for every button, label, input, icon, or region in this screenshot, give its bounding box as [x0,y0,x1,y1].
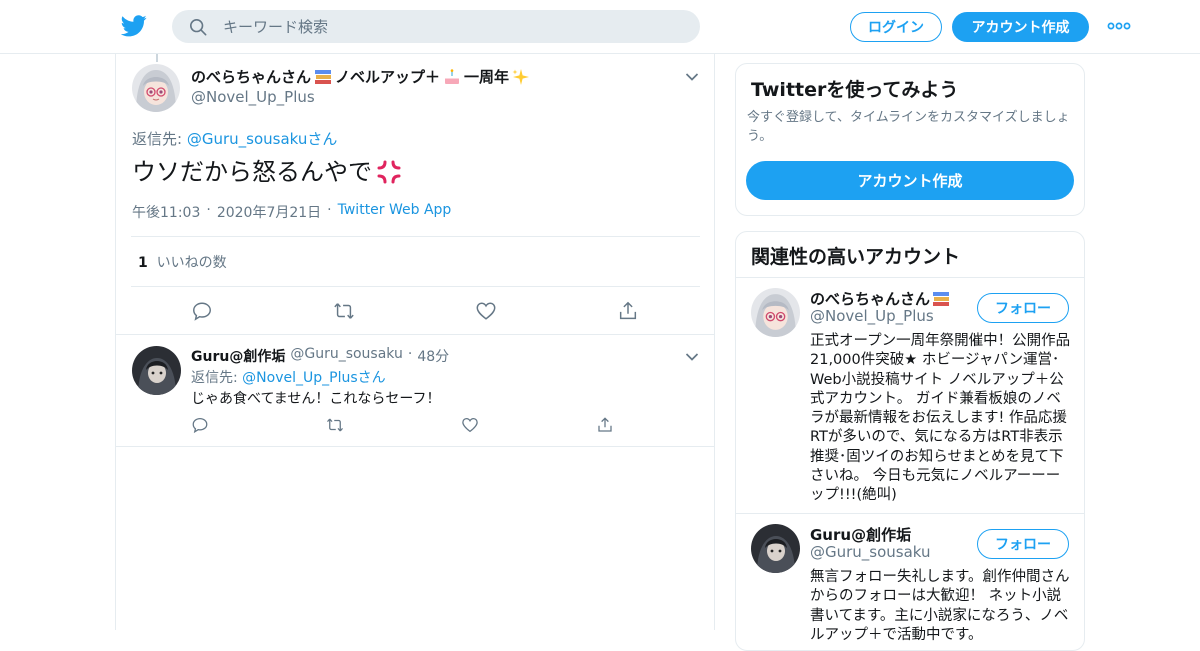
retweet-icon [334,303,354,319]
divider [736,277,1084,278]
like-count-label: いいねの数 [156,255,227,271]
avatar[interactable] [751,524,800,573]
dot-separator: · [327,202,332,218]
divider [116,446,714,447]
retweet-icon [327,418,343,432]
search-icon [189,18,207,35]
reply-tweet-text: じゃあ食べてません！これならセーフ！ [191,391,441,407]
like-button[interactable] [415,300,557,322]
share-button[interactable] [596,416,731,438]
avatar[interactable] [132,64,180,112]
tweet-date[interactable]: 2020年7月21日 [217,202,321,222]
like-button[interactable] [461,416,596,438]
retweet-button[interactable] [273,300,415,322]
search-box[interactable] [172,10,700,43]
tweet-author-name[interactable]: のべらちゃんさん ノベルアップ＋ 一周年 [191,66,530,87]
reply-prefix: 返信先: [191,370,243,386]
avatar[interactable] [132,346,181,395]
reply-suffix: さん [307,130,338,148]
tweet-timestamp: 午後11:03 · 2020年7月21日 · Twitter Web App [132,202,451,222]
reply-to-handle-link[interactable]: @Novel_Up_Plus [242,370,357,386]
tweet-timeline: のべらちゃんさん ノベルアップ＋ 一周年 @Novel_Up_Plus 返信先:… [115,54,715,630]
heart-icon [462,417,478,433]
tweet-author-handle[interactable]: @Novel_Up_Plus [191,88,315,106]
related-account-name-text: のべらちゃんさん [810,290,931,308]
related-account-name[interactable]: Guru@創作垢 [810,524,911,545]
books-emoji-icon [933,291,950,306]
related-accounts-card: 関連性の高いアカウント のべらちゃんさん @Novel_Up_Plus フォロー… [735,231,1085,651]
related-account-item: のべらちゃんさん @Novel_Up_Plus フォロー 正式オープン一周年祭開… [751,288,1071,503]
tweet-text: ウソだから怒るんやで [132,154,402,190]
books-emoji-icon [315,69,332,84]
tweet-source-link[interactable]: Twitter Web App [338,202,452,222]
signup-card-description: 今すぐ登録して、タイムラインをカスタマイズしましょう。 [747,110,1070,144]
reply-prefix: 返信先: [132,130,187,148]
related-account-name-text: Guru@創作垢 [810,526,912,544]
reply-icon [193,302,211,321]
reply-icon [192,417,208,434]
heart-icon [476,302,496,320]
tweet-text-body: ウソだから怒るんやで [132,158,372,186]
divider [131,286,700,287]
follow-button[interactable]: フォロー [977,293,1069,323]
reply-author[interactable]: Guru@創作垢 @Guru_sousaku · 48分 [191,346,449,366]
birthday-cake-emoji-icon [445,68,460,84]
tweet-action-bar [131,300,699,322]
more-options-icon[interactable] [1107,21,1131,31]
retweet-button[interactable] [326,416,461,438]
reply-to-handle-link[interactable]: @Guru_sousaku [187,130,308,148]
signup-card-title: Twitterを使ってみよう [751,79,959,101]
chevron-down-icon[interactable] [685,72,699,82]
create-account-button[interactable]: アカウント作成 [746,161,1074,200]
reply-suffix: さん [357,370,386,386]
share-icon [598,417,612,432]
top-navigation-bar: ログイン アカウント作成 [0,0,1200,54]
related-account-handle[interactable]: @Novel_Up_Plus [810,307,934,325]
reply-button[interactable] [191,416,326,438]
follow-button[interactable]: フォロー [977,529,1069,559]
chevron-down-icon[interactable] [685,352,699,362]
avatar-novel-up-plus-icon [751,288,800,337]
anger-symbol-emoji-icon [377,160,401,184]
login-button[interactable]: ログイン [850,12,942,42]
reply-to-line: 返信先: @Novel_Up_Plusさん [191,367,386,387]
share-icon [619,301,637,320]
author-name-suffix: ノベルアップ＋ [335,68,441,86]
divider [736,513,1084,514]
related-account-name[interactable]: のべらちゃんさん [810,288,950,309]
thread-connector-line [156,54,158,62]
reply-button[interactable] [131,300,273,322]
reply-age[interactable]: 48分 [417,346,449,366]
dot-separator: · [407,346,413,362]
avatar-guru-icon [132,346,181,395]
related-account-handle[interactable]: @Guru_sousaku [810,543,931,561]
reply-author-handle: @Guru_sousaku [290,346,403,362]
reply-action-bar [191,416,731,438]
divider [131,236,700,237]
avatar-novel-up-plus-icon [132,64,180,112]
dot-separator: · [206,202,211,218]
twitter-bird-icon[interactable] [121,14,147,38]
divider [116,334,714,335]
signup-button[interactable]: アカウント作成 [952,12,1089,42]
tweet-time[interactable]: 午後11:03 [132,202,200,222]
reply-to-line: 返信先: @Guru_sousakuさん [132,128,337,149]
signup-promo-card: Twitterを使ってみよう 今すぐ登録して、タイムラインをカスタマイズしましょ… [735,63,1085,216]
avatar-guru-icon [751,524,800,573]
like-count-number: 1 [138,255,148,271]
sparkles-emoji-icon [512,68,530,85]
related-account-item: Guru@創作垢 @Guru_sousaku フォロー 無言フォロー失礼します。… [751,524,1071,650]
avatar[interactable] [751,288,800,337]
author-name-text: のべらちゃんさん [191,68,312,86]
related-account-bio: 無言フォロー失礼します。創作仲間さんからのフォローは大歓迎！ ネット小説書いてま… [810,569,1070,643]
search-input[interactable] [223,17,663,36]
author-name-suffix2: 一周年 [464,68,510,86]
share-button[interactable] [557,300,699,322]
related-account-bio: 正式オープン一周年祭開催中！公開作品21,000件突破★ ホビージャパン運営･W… [810,333,1071,504]
related-card-title: 関連性の高いアカウント [751,246,961,268]
reply-author-name: Guru@創作垢 [191,349,286,365]
like-count[interactable]: 1 いいねの数 [138,252,227,272]
